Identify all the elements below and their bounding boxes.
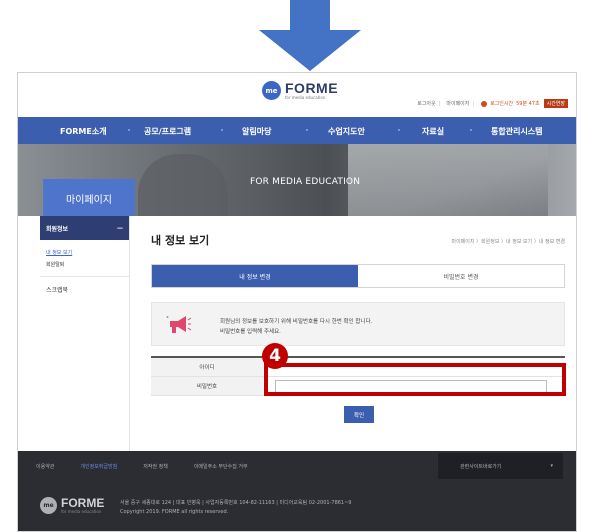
footer-link-email-policy[interactable]: 이메일주소 무단수집 거부: [194, 463, 248, 470]
nav-item-management[interactable]: 통합관리시스템: [491, 126, 543, 137]
extend-time-button[interactable]: 시간연장: [543, 99, 568, 108]
nav-dot: [221, 129, 223, 131]
site-logo[interactable]: me FORME for media education: [262, 81, 338, 100]
notice-box: 회원님의 정보를 보호하기 위해 비밀번호를 다시 한번 확인 합니다. 비밀번…: [151, 302, 565, 346]
main-nav: FORME소개 공모/프로그램 알림마당 수업지도안 자료실 통합관리시스템: [18, 117, 576, 144]
footer-logo: me FORME for media education: [40, 497, 104, 514]
utility-menu: 로그아웃 | 마이페이지 | 로그인시간 59분 47초 시간연장: [414, 99, 568, 108]
highlight-box: [264, 363, 566, 396]
breadcrumb: 마이페이지 〉회원정보 〉내 정보 보기 〉내 정보 변경: [451, 239, 565, 245]
down-arrow-icon: [259, 0, 361, 71]
password-label: 비밀번호: [151, 377, 263, 395]
related-sites-select[interactable]: 관련사이트바로가기 ▾: [438, 453, 563, 479]
footer-logo-subtitle: for media education: [61, 509, 102, 514]
related-sites-label: 관련사이트바로가기: [460, 463, 502, 470]
logout-link[interactable]: 로그아웃: [417, 100, 435, 107]
logo-mark-icon: me: [262, 81, 281, 100]
banner-text: FOR MEDIA EDUCATION: [250, 177, 361, 187]
sidebar-head[interactable]: 회원정보 —: [40, 216, 129, 240]
collapse-icon[interactable]: —: [117, 225, 123, 232]
login-timer-label: 로그인시간: [490, 101, 514, 107]
footer-logo-name: FORME: [61, 496, 105, 510]
nav-item-programs[interactable]: 공모/프로그램: [144, 126, 191, 137]
nav-dot: [306, 129, 308, 131]
nav-item-lesson-plans[interactable]: 수업지도안: [328, 126, 365, 137]
content-area: 회원정보 — 내 정보 보기 회원탈퇴 스크랩북 내 정보 보기 마이페이지 〉…: [18, 216, 576, 451]
clock-icon: [481, 100, 488, 107]
page-title: 내 정보 보기: [151, 234, 210, 247]
mypage-link[interactable]: 마이페이지: [446, 100, 469, 107]
logo-mark-icon: me: [40, 497, 57, 514]
divider: [40, 276, 129, 277]
site-footer: 이용약관 개인정보취급방침 저작권 정책 이메일주소 무단수집 거부 관련사이트…: [18, 451, 576, 531]
footer-copyright: Copyright 2019. FORME all rights reserve…: [120, 509, 229, 515]
banner-photo-shape: [138, 154, 228, 216]
nav-dot: [470, 129, 472, 131]
footer-address: 서울 중구 세종대로 124 | 대표 민병욱 | 사업자등록번호 104-82…: [120, 500, 352, 506]
banner-photo-shape: [348, 144, 548, 216]
sidebar-item-withdraw[interactable]: 회원탈퇴: [40, 261, 129, 268]
login-timer-value: 59분 47초: [516, 101, 540, 107]
logo-name: FORME: [285, 80, 339, 96]
id-label: 아이디: [151, 358, 263, 376]
confirm-button[interactable]: 확인: [344, 406, 374, 423]
nav-item-forme[interactable]: FORME소개: [60, 126, 107, 137]
footer-links: 이용약관 개인정보취급방침 저작권 정책 이메일주소 무단수집 거부: [36, 463, 274, 470]
section-title-box: 마이페이지: [43, 179, 135, 217]
sidebar-head-label: 회원정보: [46, 225, 69, 233]
nav-item-resources[interactable]: 자료실: [422, 126, 444, 137]
footer-link-copyright[interactable]: 저작권 정책: [143, 463, 168, 470]
sidebar-item-view-info[interactable]: 내 정보 보기: [40, 249, 129, 256]
sidebar: 회원정보 — 내 정보 보기 회원탈퇴 스크랩북: [40, 216, 130, 451]
tab-edit-info[interactable]: 내 정보 변경: [152, 265, 358, 287]
divider: |: [438, 100, 441, 107]
footer-link-terms[interactable]: 이용약관: [36, 463, 54, 470]
nav-dot: [398, 129, 400, 131]
sidebar-item-scrapbook[interactable]: 스크랩북: [40, 285, 129, 294]
nav-dot: [128, 129, 130, 131]
site-header: me FORME for media education 로그아웃 | 마이페이…: [18, 73, 576, 117]
footer-link-privacy[interactable]: 개인정보취급방침: [80, 463, 117, 470]
screenshot-frame: me FORME for media education 로그아웃 | 마이페이…: [17, 72, 577, 532]
chevron-down-icon: ▾: [550, 463, 553, 469]
tab-change-password[interactable]: 비밀번호 변경: [358, 265, 564, 287]
divider: |: [472, 100, 475, 107]
step-number-badge: 4: [262, 343, 288, 369]
nav-item-notice[interactable]: 알림마당: [242, 126, 271, 137]
notice-line-1: 회원님의 정보를 보호하기 위해 비밀번호를 다시 한번 확인 합니다.: [220, 319, 373, 325]
tab-bar: 내 정보 변경 비밀번호 변경: [151, 264, 565, 288]
notice-line-2: 비밀번호를 입력해 주세요.: [220, 329, 281, 335]
megaphone-icon: [166, 316, 192, 333]
